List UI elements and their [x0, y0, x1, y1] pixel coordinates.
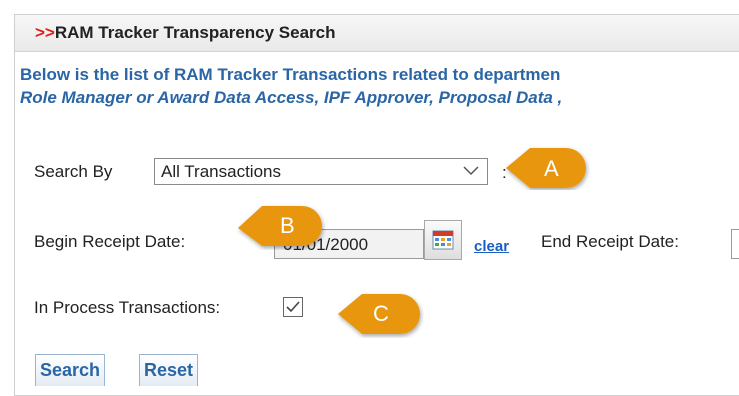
- calendar-button[interactable]: [424, 220, 462, 260]
- checkmark-icon: [286, 301, 300, 313]
- search-by-select[interactable]: All Transactions: [154, 158, 488, 185]
- callout-c-letter: C: [373, 301, 389, 326]
- callout-a-letter: A: [544, 156, 559, 181]
- panel-header: >>RAM Tracker Transparency Search: [15, 15, 739, 52]
- calendar-icon: [432, 230, 454, 250]
- end-receipt-date-input[interactable]: [731, 229, 739, 259]
- title-text: RAM Tracker Transparency Search: [54, 23, 336, 42]
- callout-b: B: [236, 202, 326, 250]
- callout-b-letter: B: [280, 213, 295, 238]
- intro-text: Below is the list of RAM Tracker Transac…: [20, 63, 562, 109]
- begin-receipt-date-label: Begin Receipt Date:: [34, 232, 186, 251]
- page-title: >>RAM Tracker Transparency Search: [35, 23, 336, 43]
- title-arrows: >>: [35, 23, 55, 42]
- chevron-down-icon: [463, 166, 479, 176]
- end-receipt-date-label: End Receipt Date:: [541, 232, 679, 251]
- in-process-checkbox[interactable]: [283, 297, 303, 317]
- search-button[interactable]: Search: [35, 354, 106, 386]
- intro-line-1: Below is the list of RAM Tracker Transac…: [20, 65, 561, 84]
- callout-a: A: [504, 142, 590, 190]
- callout-c: C: [336, 290, 424, 338]
- search-by-label: Search By: [34, 162, 113, 181]
- in-process-transactions-label: In Process Transactions:: [34, 298, 221, 317]
- reset-button[interactable]: Reset: [139, 354, 199, 386]
- intro-line-2: Role Manager or Award Data Access, IPF A…: [20, 88, 563, 107]
- clear-date-link[interactable]: clear: [474, 238, 509, 255]
- search-by-selected-value: All Transactions: [161, 162, 281, 181]
